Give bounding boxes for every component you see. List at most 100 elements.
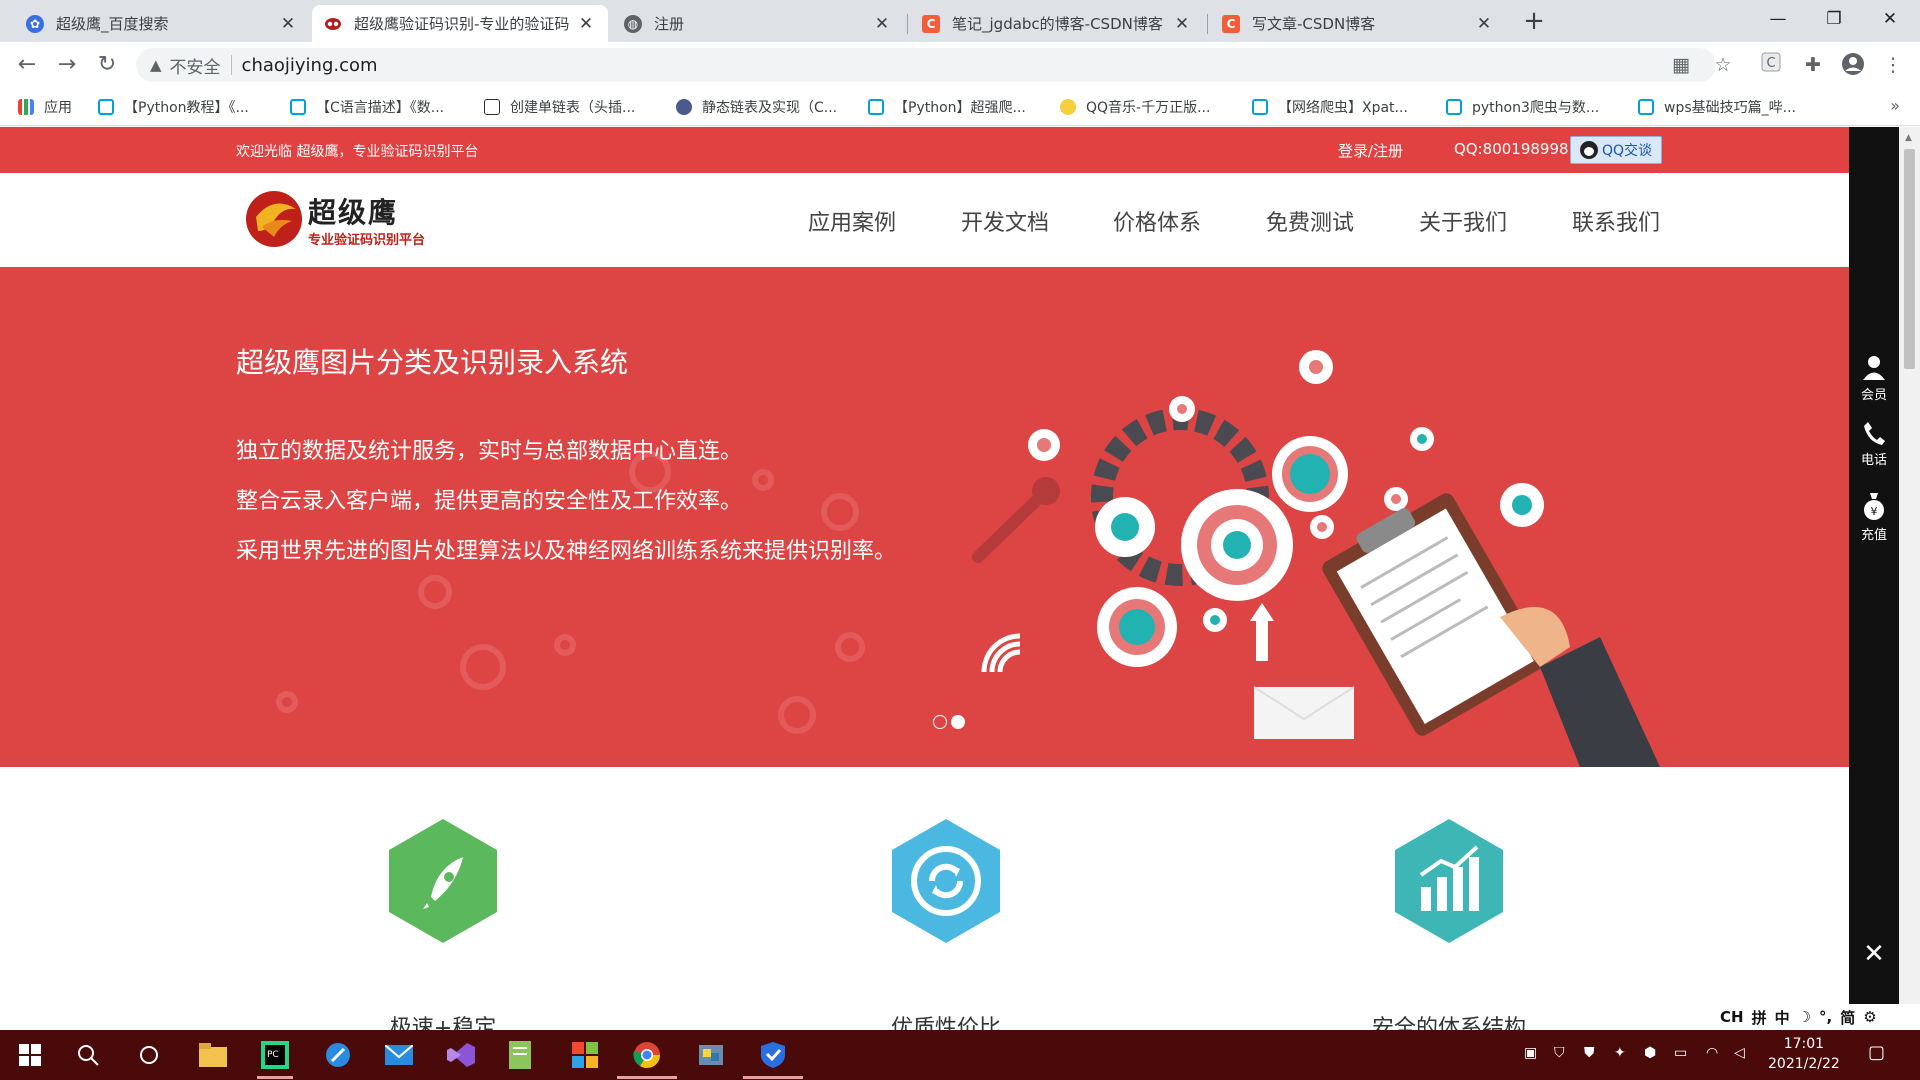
puzzle-icon[interactable]: ✚: [1800, 52, 1826, 78]
bookmark-label: 【Python】超强爬...: [894, 100, 1026, 116]
python-icon[interactable]: [693, 1037, 729, 1073]
bookmark-item[interactable]: QQ音乐-千万正版...: [1060, 96, 1210, 118]
close-icon[interactable]: ✕: [1172, 14, 1192, 34]
ime-lang[interactable]: CH: [1720, 1008, 1744, 1026]
url-text[interactable]: chaojiying.com: [242, 55, 378, 76]
reload-button[interactable]: ↻: [92, 50, 122, 80]
ime-simplified[interactable]: 简: [1840, 1007, 1855, 1028]
apps-grid-icon: [18, 99, 34, 115]
bookmark-item[interactable]: 【Python教程】《...: [98, 96, 249, 118]
sidebar-recharge[interactable]: ¥ 充值: [1849, 491, 1899, 543]
site-topbar: 欢迎光临 超级鹰，专业验证码识别平台 登录/注册 QQ:800198998 QQ…: [0, 127, 1849, 173]
chrome-icon[interactable]: [629, 1037, 665, 1073]
site-logo[interactable]: 超级鹰 专业验证码识别平台: [244, 187, 434, 251]
app-tiles-icon[interactable]: [567, 1037, 603, 1073]
tab-chaojiying[interactable]: 超级鹰验证码识别-专业的验证码 ✕: [312, 5, 608, 42]
bookmark-label: 创建单链表（头插...: [510, 100, 636, 116]
bookmark-item[interactable]: 【Python】超强爬...: [868, 96, 1026, 118]
system-clock[interactable]: 17:01 2021/2/22: [1768, 1034, 1840, 1074]
bookmark-item[interactable]: wps基础技巧篇_哔...: [1638, 96, 1796, 118]
restore-button[interactable]: ❐: [1806, 0, 1862, 38]
security-label[interactable]: 不安全: [170, 53, 221, 78]
nav-dev-docs[interactable]: 开发文档: [961, 205, 1049, 237]
sidebar-member[interactable]: 会员: [1849, 355, 1899, 403]
scroll-up-arrow-icon[interactable]: ▲: [1905, 133, 1912, 143]
address-bar[interactable]: ▲ 不安全 chaojiying.com: [136, 48, 1716, 82]
gear-icon[interactable]: ⚙: [1863, 1008, 1876, 1026]
qq-chat-button[interactable]: QQ交谈: [1570, 136, 1662, 164]
search-icon[interactable]: [70, 1037, 106, 1073]
new-tab-button[interactable]: +: [1518, 6, 1550, 38]
tab-register[interactable]: ◍ 注册 ✕: [612, 5, 904, 42]
speaker-icon[interactable]: ◁: [1734, 1045, 1745, 1061]
bookmark-item[interactable]: 【网络爬虫】Xpat...: [1252, 96, 1408, 118]
nav-contact-us[interactable]: 联系我们: [1572, 205, 1660, 237]
bookmark-apps[interactable]: 应用: [18, 96, 72, 118]
profile-icon[interactable]: [1840, 52, 1866, 78]
carousel-dot-2[interactable]: [951, 715, 965, 729]
security-tray-icon[interactable]: ⛊: [1584, 1045, 1595, 1061]
bookmark-item[interactable]: 创建单链表（头插...: [484, 96, 635, 118]
nav-app-cases[interactable]: 应用案例: [808, 205, 896, 237]
menu-dots-icon[interactable]: ⋮: [1880, 52, 1906, 78]
wifi-icon[interactable]: ◠: [1706, 1045, 1718, 1061]
mail-icon[interactable]: [381, 1037, 417, 1073]
sidebar-close-button[interactable]: ✕: [1862, 941, 1886, 967]
extension-c-icon[interactable]: C: [1758, 52, 1784, 78]
back-button[interactable]: ←: [12, 50, 42, 80]
nav-about-us[interactable]: 关于我们: [1419, 205, 1507, 237]
pycharm-icon[interactable]: PC: [257, 1037, 293, 1073]
tab-csdn-notes[interactable]: C 笔记_jgdabc的博客-CSDN博客 ✕: [910, 5, 1204, 42]
bookmark-item[interactable]: 【C语言描述】《数...: [290, 96, 444, 118]
browser-blue-icon[interactable]: [320, 1037, 356, 1073]
close-icon[interactable]: ✕: [1474, 14, 1494, 34]
feature-title-value: 优质性价比: [890, 1016, 1001, 1030]
file-explorer-icon[interactable]: [195, 1037, 231, 1073]
qq-chat-label: QQ交谈: [1601, 143, 1653, 159]
notepad-icon[interactable]: [504, 1037, 540, 1073]
bilibili-icon: [1446, 99, 1462, 115]
translate-icon[interactable]: ▦: [1668, 52, 1694, 78]
punctuation-icon[interactable]: °,: [1819, 1008, 1832, 1026]
app-tray-icon[interactable]: ✦: [1614, 1045, 1626, 1061]
moon-icon[interactable]: ☽: [1798, 1008, 1811, 1026]
bilibili-icon: [1252, 99, 1268, 115]
defender-tray-icon[interactable]: ⛉: [1554, 1045, 1565, 1061]
ime-chinese-mode[interactable]: 中: [1775, 1007, 1790, 1028]
carousel-dot-1[interactable]: [933, 715, 947, 729]
forward-button[interactable]: →: [52, 50, 82, 80]
windows-start-icon[interactable]: [12, 1037, 48, 1073]
antivirus-tray-icon[interactable]: ⬢: [1644, 1045, 1656, 1061]
close-icon[interactable]: ✕: [576, 14, 596, 34]
minimize-button[interactable]: —: [1750, 0, 1806, 38]
ime-pinyin[interactable]: 拼: [1752, 1007, 1767, 1028]
notification-icon[interactable]: ▢: [1868, 1042, 1885, 1063]
star-icon[interactable]: ☆: [1710, 52, 1736, 78]
window-close-button[interactable]: ✕: [1862, 0, 1918, 38]
bookmark-item[interactable]: python3爬虫与数...: [1446, 96, 1599, 118]
bookmark-item[interactable]: 静态链表及实现（C...: [676, 96, 837, 118]
bookmark-label: 静态链表及实现（C...: [702, 100, 838, 116]
nav-free-test[interactable]: 免费测试: [1266, 205, 1354, 237]
battery-icon[interactable]: ▭: [1674, 1045, 1687, 1061]
nav-pricing[interactable]: 价格体系: [1113, 205, 1201, 237]
bookmarks-overflow-icon[interactable]: »: [1890, 96, 1900, 115]
nvidia-tray-icon[interactable]: ▣: [1524, 1045, 1537, 1061]
omnibox-divider: [230, 55, 232, 75]
banner-line: 采用世界先进的图片处理算法以及神经网络训练系统来提供识别率。: [236, 539, 897, 564]
cortana-icon[interactable]: [131, 1037, 167, 1073]
tab-csdn-write[interactable]: C 写文章-CSDN博客 ✕: [1210, 5, 1506, 42]
scroll-thumb[interactable]: [1904, 149, 1915, 369]
bookmark-label: wps基础技巧篇_哔...: [1664, 100, 1796, 116]
tab-baidu[interactable]: ✿ 超级鹰_百度搜索 ✕: [14, 5, 310, 42]
sidebar-phone[interactable]: 电话: [1849, 420, 1899, 468]
ime-toolbar: CH 拼 中 ☽ °, 简 ⚙: [1700, 1004, 1920, 1030]
hero-banner: 超级鹰图片分类及识别录入系统 独立的数据及统计服务，实时与总部数据中心直连。 整…: [0, 267, 1849, 767]
close-icon[interactable]: ✕: [278, 14, 298, 34]
shield-icon[interactable]: [755, 1037, 791, 1073]
close-icon[interactable]: ✕: [872, 14, 892, 34]
visual-studio-icon[interactable]: [443, 1037, 479, 1073]
page-scrollbar[interactable]: ▲: [1899, 127, 1920, 1030]
login-register-link[interactable]: 登录/注册: [1338, 140, 1403, 161]
feather-icon: [484, 99, 500, 115]
